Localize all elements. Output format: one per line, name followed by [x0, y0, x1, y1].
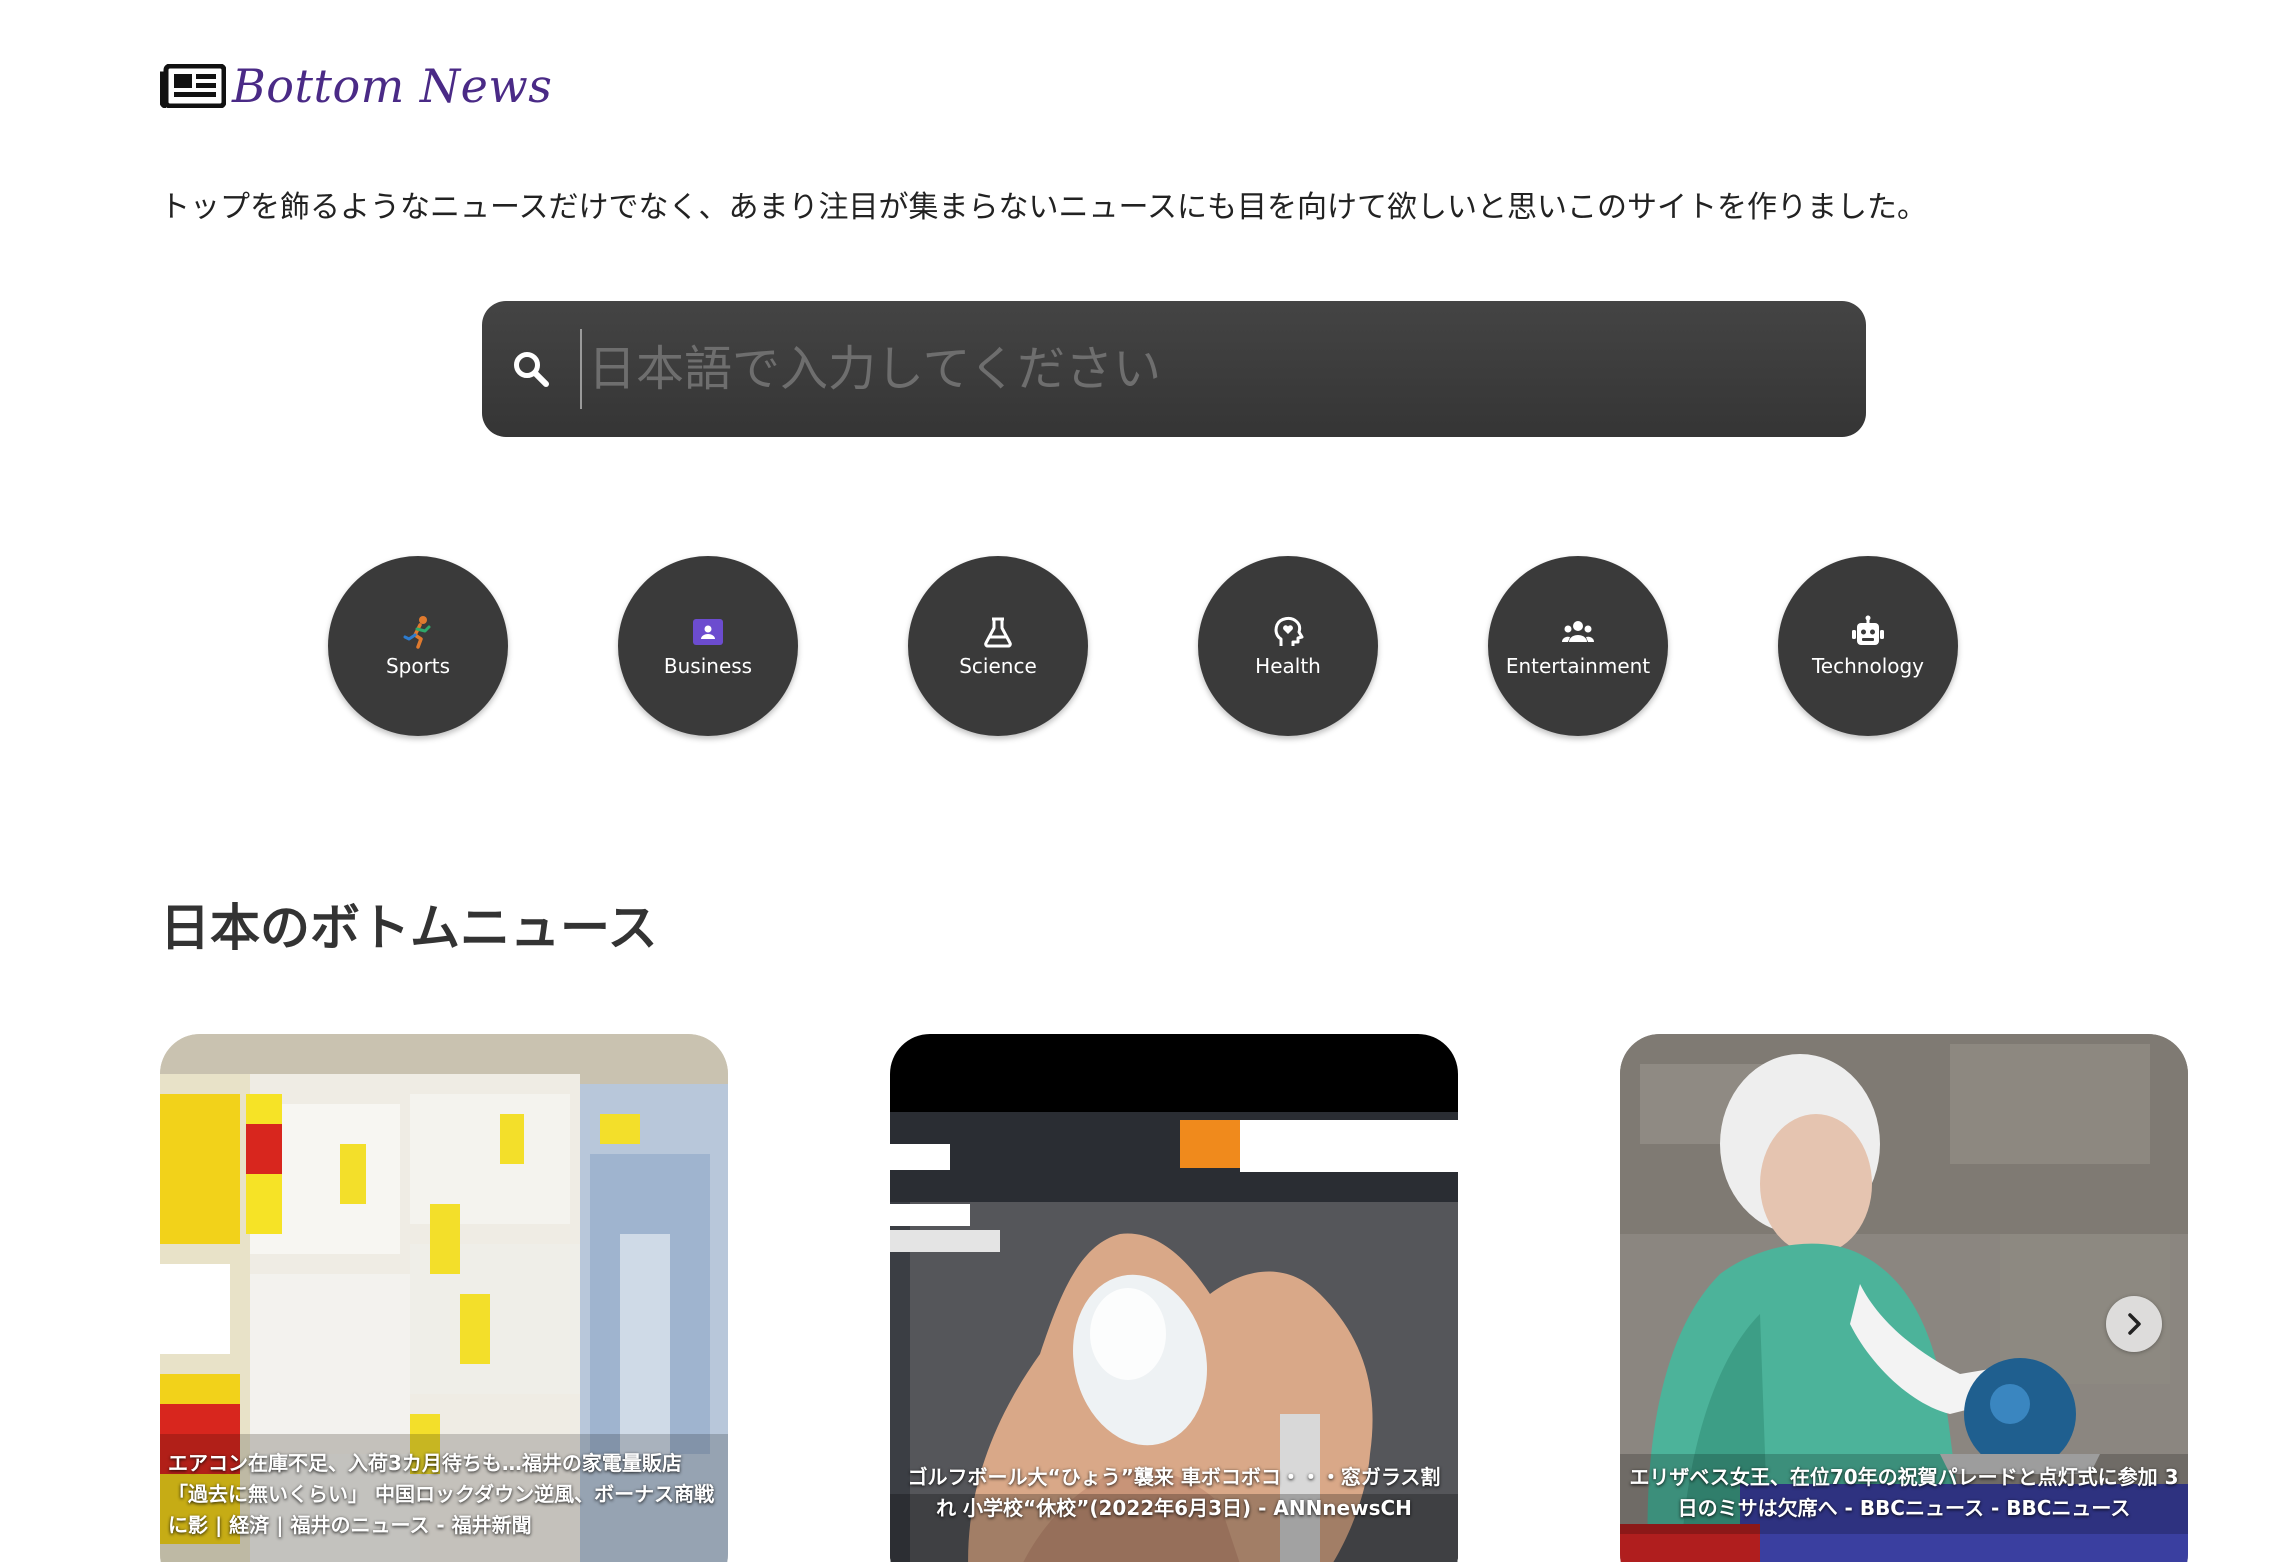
- robot-icon: [1852, 615, 1884, 645]
- head-heart-icon: [1274, 616, 1304, 646]
- category-technology-button[interactable]: Technology: [1778, 556, 1958, 736]
- logo-text: Bottom News: [232, 59, 553, 113]
- group-icon: [1561, 621, 1595, 642]
- news-card[interactable]: ゴルフボール大“ひょう”襲来 車ボコボコ・・・窓ガラス割れ 小学校“休校”(20…: [890, 1034, 1458, 1562]
- category-label: Technology: [1811, 654, 1925, 678]
- news-card[interactable]: エリザベス女王、在位70年の祝賀パレードと点灯式に参加 3日のミサは欠席へ - …: [1620, 1034, 2188, 1562]
- search-bar[interactable]: [482, 301, 1866, 437]
- category-label: Business: [663, 654, 753, 678]
- category-label: Entertainment: [1505, 654, 1651, 678]
- carousel-next-button[interactable]: [2106, 1296, 2162, 1352]
- news-caption: ゴルフボール大“ひょう”襲来 車ボコボコ・・・窓ガラス割れ 小学校“休校”(20…: [907, 1465, 1441, 1520]
- news-caption: エアコン在庫不足、入荷3カ月待ちも…福井の家電量販店「過去に無いくらい」 中国ロ…: [168, 1451, 715, 1537]
- category-business-button[interactable]: Business: [618, 556, 798, 736]
- news-card[interactable]: エアコン在庫不足、入荷3カ月待ちも…福井の家電量販店「過去に無いくらい」 中国ロ…: [160, 1034, 728, 1562]
- news-caption: エリザベス女王、在位70年の祝賀パレードと点灯式に参加 3日のミサは欠席へ - …: [1629, 1465, 2179, 1520]
- category-sports-button[interactable]: Sports: [328, 556, 508, 736]
- search-icon: [514, 352, 549, 387]
- category-entertainment-button[interactable]: Entertainment: [1488, 556, 1668, 736]
- section-title: 日本のボトムニュース: [160, 899, 658, 957]
- newspaper-icon: [160, 64, 226, 108]
- page: Bottom News トップを飾るようなニュースだけでなく、あまり注目が集まら…: [0, 0, 2280, 1562]
- business-badge-icon: [693, 619, 723, 645]
- tagline: トップを飾るようなニュースだけでなく、あまり注目が集まらないニュースにも目を向け…: [160, 190, 1927, 225]
- category-label: Science: [959, 654, 1037, 678]
- category-label: Sports: [385, 654, 451, 678]
- chevron-right-icon: [2128, 1313, 2141, 1335]
- flask-icon: [984, 617, 1012, 648]
- category-label: Health: [1255, 654, 1321, 678]
- logo[interactable]: Bottom News: [160, 58, 552, 114]
- running-person-icon: [403, 616, 431, 649]
- category-health-button[interactable]: Health: [1198, 556, 1378, 736]
- search-input[interactable]: [580, 329, 1866, 409]
- category-science-button[interactable]: Science: [908, 556, 1088, 736]
